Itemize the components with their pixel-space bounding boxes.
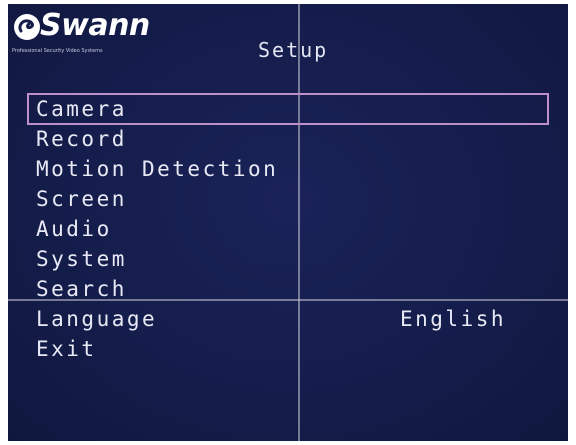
menu-item-label: System — [36, 247, 127, 271]
menu-item-exit[interactable]: Exit — [28, 334, 548, 364]
menu-item-audio[interactable]: Audio — [28, 214, 548, 244]
menu-item-language[interactable]: Language English — [28, 304, 548, 334]
swann-logo: Swann Professional Security Video System… — [10, 8, 170, 58]
menu-item-label: Record — [36, 127, 127, 151]
menu-item-motion-detection[interactable]: Motion Detection — [28, 154, 548, 184]
menu-item-label: Language — [36, 307, 158, 331]
menu-item-label: Motion Detection — [36, 157, 279, 181]
menu-item-label: Search — [36, 277, 127, 301]
swann-logo-icon — [14, 14, 40, 40]
menu-item-system[interactable]: System — [28, 244, 548, 274]
menu-item-label: Exit — [36, 337, 97, 361]
menu-item-search[interactable]: Search — [28, 274, 548, 304]
dvr-setup-screen: Swann Professional Security Video System… — [8, 4, 568, 441]
brand-tagline: Professional Security Video Systems — [12, 48, 103, 54]
menu-item-label: Screen — [36, 187, 127, 211]
brand-name: Swann — [40, 8, 150, 43]
menu-item-label: Audio — [36, 217, 112, 241]
setup-menu: Camera Record Motion Detection Screen Au… — [27, 93, 549, 364]
menu-item-camera[interactable]: Camera — [27, 93, 549, 125]
language-value[interactable]: English — [400, 304, 506, 334]
page-title: Setup — [258, 38, 329, 62]
menu-item-screen[interactable]: Screen — [28, 184, 548, 214]
menu-item-label: Camera — [36, 97, 127, 121]
menu-item-record[interactable]: Record — [28, 124, 548, 154]
